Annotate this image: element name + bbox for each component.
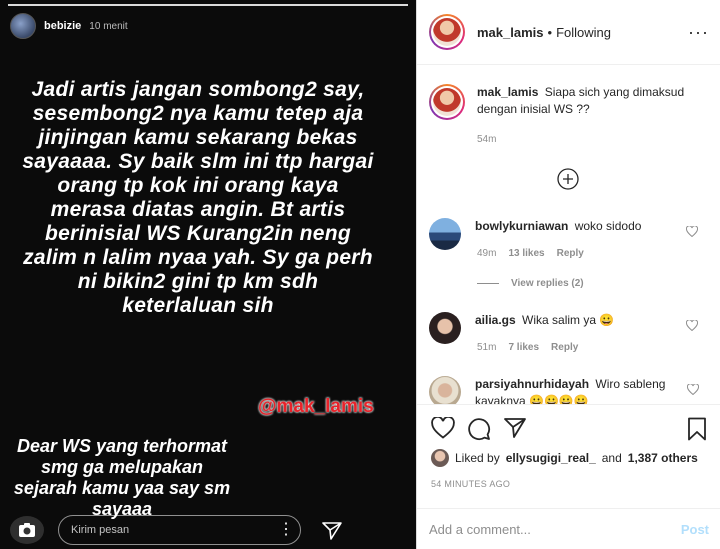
story-reply-placeholder: Kirim pesan xyxy=(71,524,130,536)
comment-username[interactable]: bowlykurniawan xyxy=(475,219,568,233)
liked-by-prefix: Liked by xyxy=(455,451,500,465)
following-button[interactable]: Following xyxy=(556,25,611,40)
story-username[interactable]: bebizie xyxy=(44,20,81,32)
post-header: mak_lamis • Following ··· xyxy=(417,0,720,65)
reply-button[interactable]: Reply xyxy=(551,342,578,353)
liked-by-user[interactable]: ellysugigi_real_ xyxy=(506,451,596,465)
comment-avatar[interactable] xyxy=(429,312,461,344)
story-viewer: bebizie 10 menit Jadi artis jangan sombo… xyxy=(0,0,416,549)
load-more-comments-icon[interactable] xyxy=(557,168,579,190)
comment-time[interactable]: 51m xyxy=(477,342,496,353)
post-caption: mak_lamis Siapa sich yang dimaksud denga… xyxy=(429,84,709,120)
camera-icon xyxy=(19,523,35,537)
watermark: @mak_lamis xyxy=(258,396,374,417)
story-reply-input[interactable]: Kirim pesan xyxy=(58,515,301,545)
post-author-avatar[interactable] xyxy=(429,14,465,50)
caption-avatar[interactable] xyxy=(429,84,465,120)
post-author-username[interactable]: mak_lamis xyxy=(477,25,544,40)
bookmark-icon[interactable] xyxy=(687,417,707,441)
comment-item: ailia.gs Wika salim ya 😀 xyxy=(429,312,709,344)
post-panel: mak_lamis • Following ··· mak_lamis Siap… xyxy=(416,0,720,549)
story-header: bebizie 10 menit xyxy=(10,13,128,39)
comment-meta: 51m 7 likes Reply xyxy=(477,342,578,353)
liked-by-mid: and xyxy=(601,451,622,465)
view-replies-line xyxy=(477,283,499,284)
comment-likes[interactable]: 7 likes xyxy=(508,342,539,353)
caption-username[interactable]: mak_lamis xyxy=(477,85,538,99)
story-text-secondary: Dear WS yang terhormat smg ga melupakan … xyxy=(13,436,231,519)
comment-text: woko sidodo xyxy=(574,219,642,233)
comment-avatar[interactable] xyxy=(429,376,461,404)
view-replies-button[interactable]: View replies (2) xyxy=(477,278,584,289)
comment-text: Wika salim ya 😀 xyxy=(522,313,615,327)
share-icon[interactable] xyxy=(503,417,527,439)
heart-icon[interactable] xyxy=(431,417,455,439)
comment-item: parsiyahnurhidayah Wiro sableng kayaknya… xyxy=(429,376,709,404)
comment-likes[interactable]: 13 likes xyxy=(508,248,544,259)
comment-like-icon[interactable] xyxy=(687,384,699,395)
story-avatar[interactable] xyxy=(10,13,36,39)
comment-icon[interactable] xyxy=(467,417,491,441)
more-options-icon[interactable]: ⋮ xyxy=(278,520,294,540)
view-replies-label: View replies (2) xyxy=(511,278,584,289)
story-time: 10 menit xyxy=(89,20,128,32)
comment-meta: 49m 13 likes Reply xyxy=(477,248,584,259)
header-separator: • xyxy=(547,24,553,40)
camera-button[interactable] xyxy=(10,516,44,544)
send-icon[interactable] xyxy=(322,522,342,540)
comment-like-icon[interactable] xyxy=(686,226,698,237)
comment-like-icon[interactable] xyxy=(686,320,698,331)
post-actions: Liked by ellysugigi_real_ and 1,387 othe… xyxy=(417,404,720,508)
comment-avatar[interactable] xyxy=(429,218,461,250)
comment-clip: parsiyahnurhidayah Wiro sableng kayaknya… xyxy=(417,372,720,404)
comment-time[interactable]: 49m xyxy=(477,248,496,259)
comment-username[interactable]: parsiyahnurhidayah xyxy=(475,377,589,391)
post-comment-button[interactable]: Post xyxy=(681,522,709,537)
story-text-main: Jadi artis jangan sombong2 say, sesembon… xyxy=(22,78,374,317)
liked-by-avatar[interactable] xyxy=(431,449,449,467)
add-comment-input[interactable] xyxy=(429,521,681,537)
liked-by-others[interactable]: 1,387 others xyxy=(628,451,698,465)
caption-time[interactable]: 54m xyxy=(477,134,496,145)
comment-item: bowlykurniawan woko sidodo xyxy=(429,218,709,250)
post-age[interactable]: 54 MINUTES AGO xyxy=(431,479,510,489)
liked-by: Liked by ellysugigi_real_ and 1,387 othe… xyxy=(431,449,698,467)
add-comment-bar: Post xyxy=(417,508,720,549)
story-progress-bar xyxy=(8,4,408,6)
reply-button[interactable]: Reply xyxy=(557,248,584,259)
comment-username[interactable]: ailia.gs xyxy=(475,313,516,327)
more-options-icon[interactable]: ··· xyxy=(688,22,709,43)
